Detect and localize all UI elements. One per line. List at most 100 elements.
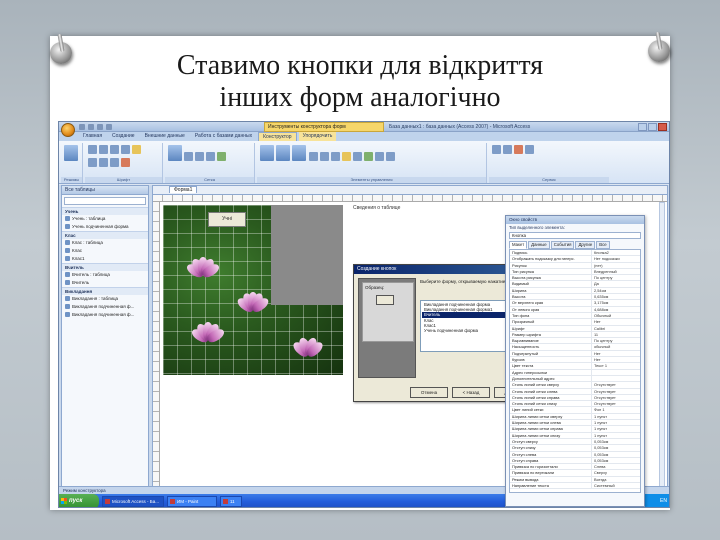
fill-color-icon[interactable] bbox=[121, 158, 130, 167]
nav-item[interactable]: Учень подчиненная форма bbox=[62, 223, 148, 231]
taskbar-item-folder[interactable]: 11 bbox=[220, 496, 242, 507]
property-value[interactable]: Кнопка2 bbox=[592, 250, 640, 255]
tab-design[interactable]: Конструктор bbox=[258, 132, 297, 141]
nav-item[interactable]: Клас : таблица bbox=[62, 239, 148, 247]
nav-search-input[interactable] bbox=[64, 197, 146, 205]
property-value[interactable]: Отсутствует bbox=[592, 401, 640, 406]
tab-home[interactable]: Главная bbox=[79, 132, 106, 141]
property-value[interactable]: Отсутствует bbox=[592, 389, 640, 394]
minimize-icon[interactable] bbox=[638, 123, 647, 131]
property-value[interactable] bbox=[592, 370, 640, 375]
title-icon[interactable] bbox=[276, 145, 290, 161]
property-value[interactable]: Слева bbox=[592, 464, 640, 469]
font-color-icon[interactable] bbox=[132, 145, 141, 154]
align-left-icon[interactable] bbox=[88, 158, 97, 167]
property-value[interactable]: обычный bbox=[592, 344, 640, 349]
property-value[interactable]: Отсутствует bbox=[592, 382, 640, 387]
property-value[interactable]: 1 пункт bbox=[592, 426, 640, 431]
nav-item[interactable]: Викладання подчиненная ф... bbox=[62, 303, 148, 311]
tab-layout[interactable]: Макет bbox=[509, 241, 528, 249]
property-value[interactable]: Сверху bbox=[592, 470, 640, 475]
property-value[interactable]: Системный bbox=[592, 483, 640, 488]
nav-item[interactable]: Викладання : таблица bbox=[62, 295, 148, 303]
property-value[interactable]: 0,053см bbox=[592, 445, 640, 450]
property-value[interactable]: Нет bbox=[592, 357, 640, 362]
property-value[interactable]: 1 пункт bbox=[592, 433, 640, 438]
office-button-icon[interactable] bbox=[61, 123, 75, 137]
image-icon[interactable] bbox=[386, 152, 396, 161]
label-icon[interactable] bbox=[320, 152, 330, 161]
nav-section-klas[interactable]: Клас bbox=[62, 231, 148, 239]
property-value[interactable] bbox=[592, 376, 640, 381]
tab-all[interactable]: Все bbox=[596, 241, 610, 249]
tab-arrange[interactable]: Упорядочить bbox=[298, 132, 337, 141]
align-center-icon[interactable] bbox=[99, 158, 108, 167]
property-value[interactable]: 0,635см bbox=[592, 294, 640, 299]
vertical-scrollbar[interactable] bbox=[659, 202, 665, 487]
logo-icon[interactable] bbox=[260, 145, 274, 161]
quick-access-toolbar[interactable] bbox=[79, 124, 112, 130]
textbox-icon[interactable] bbox=[309, 152, 319, 161]
form-design-surface[interactable]: Учні bbox=[163, 205, 343, 375]
property-value[interactable]: Нет bbox=[592, 319, 640, 324]
tab-data[interactable]: Данные bbox=[528, 241, 550, 249]
nav-header[interactable]: Все таблицы bbox=[62, 186, 148, 195]
property-value[interactable]: 0,053см bbox=[592, 458, 640, 463]
nav-item[interactable]: Клас bbox=[62, 247, 148, 255]
property-value[interactable]: Всегда bbox=[592, 477, 640, 482]
form-button-uchni[interactable]: Учні bbox=[208, 212, 246, 227]
conditional-icon[interactable] bbox=[217, 152, 226, 161]
document-tab[interactable]: Форма1 bbox=[169, 186, 198, 193]
list-icon[interactable] bbox=[353, 152, 363, 161]
property-value[interactable]: 3,175см bbox=[592, 300, 640, 305]
nav-item[interactable]: Клас1 bbox=[62, 255, 148, 263]
property-value[interactable]: 11 bbox=[592, 332, 640, 337]
tab-other[interactable]: Другие bbox=[575, 241, 596, 249]
checkbox-icon[interactable] bbox=[364, 152, 374, 161]
option-icon[interactable] bbox=[375, 152, 385, 161]
tab-create[interactable]: Создание bbox=[108, 132, 139, 141]
nav-section-vchytel[interactable]: Вчитель bbox=[62, 263, 148, 271]
property-value[interactable]: Нет bbox=[592, 351, 640, 356]
property-value[interactable]: По центру bbox=[592, 338, 640, 343]
combo-icon[interactable] bbox=[342, 152, 352, 161]
cancel-button[interactable]: Отмена bbox=[410, 387, 448, 398]
property-row[interactable]: Направление текста Системный bbox=[510, 482, 640, 490]
page-numbers-icon[interactable] bbox=[292, 145, 306, 161]
property-sheet-icon[interactable] bbox=[503, 145, 512, 154]
italic-icon[interactable] bbox=[110, 145, 119, 154]
property-value[interactable]: 1 пункт bbox=[592, 414, 640, 419]
tab-database-tools[interactable]: Работа с базами данных bbox=[191, 132, 256, 141]
tab-external-data[interactable]: Внешние данные bbox=[141, 132, 189, 141]
button-icon[interactable] bbox=[331, 152, 341, 161]
line-color-icon[interactable] bbox=[184, 152, 193, 161]
nav-item[interactable]: Вчитель bbox=[62, 279, 148, 287]
property-grid[interactable]: Подпись Кнопка2 Отображать подсказку для г… bbox=[509, 249, 641, 493]
property-value[interactable]: 4,688см bbox=[592, 307, 640, 312]
nav-item[interactable]: Викладання подчиненная ф... bbox=[62, 311, 148, 319]
start-button[interactable]: пуск bbox=[59, 494, 99, 507]
underline-icon[interactable] bbox=[121, 145, 130, 154]
taskbar-item-paint[interactable]: ИМ - Paint bbox=[167, 496, 217, 507]
add-fields-icon[interactable] bbox=[492, 145, 501, 154]
subform-icon[interactable] bbox=[525, 145, 534, 154]
nav-section-uchen[interactable]: Учень bbox=[62, 207, 148, 215]
maximize-icon[interactable] bbox=[648, 123, 657, 131]
back-button[interactable]: < Назад bbox=[452, 387, 490, 398]
nav-item[interactable]: Учень : таблица bbox=[62, 215, 148, 223]
property-value[interactable]: Отсутствует bbox=[592, 395, 640, 400]
property-value[interactable]: 2,54см bbox=[592, 288, 640, 293]
property-value[interactable]: Да bbox=[592, 281, 640, 286]
window-controls[interactable] bbox=[638, 123, 667, 131]
close-icon[interactable] bbox=[658, 123, 667, 131]
property-value[interactable]: Нет подсказки bbox=[592, 256, 640, 261]
nav-item[interactable]: Вчитель : таблица bbox=[62, 271, 148, 279]
property-value[interactable]: 0,053см bbox=[592, 439, 640, 444]
property-value[interactable]: По центру bbox=[592, 275, 640, 280]
align-right-icon[interactable] bbox=[110, 158, 119, 167]
property-value[interactable]: Calibri bbox=[592, 326, 640, 331]
property-value[interactable]: 0,053см bbox=[592, 452, 640, 457]
property-value[interactable]: Фон 1 bbox=[592, 407, 640, 412]
property-value[interactable]: 1 пункт bbox=[592, 420, 640, 425]
property-value[interactable]: Текст 1 bbox=[592, 363, 640, 368]
